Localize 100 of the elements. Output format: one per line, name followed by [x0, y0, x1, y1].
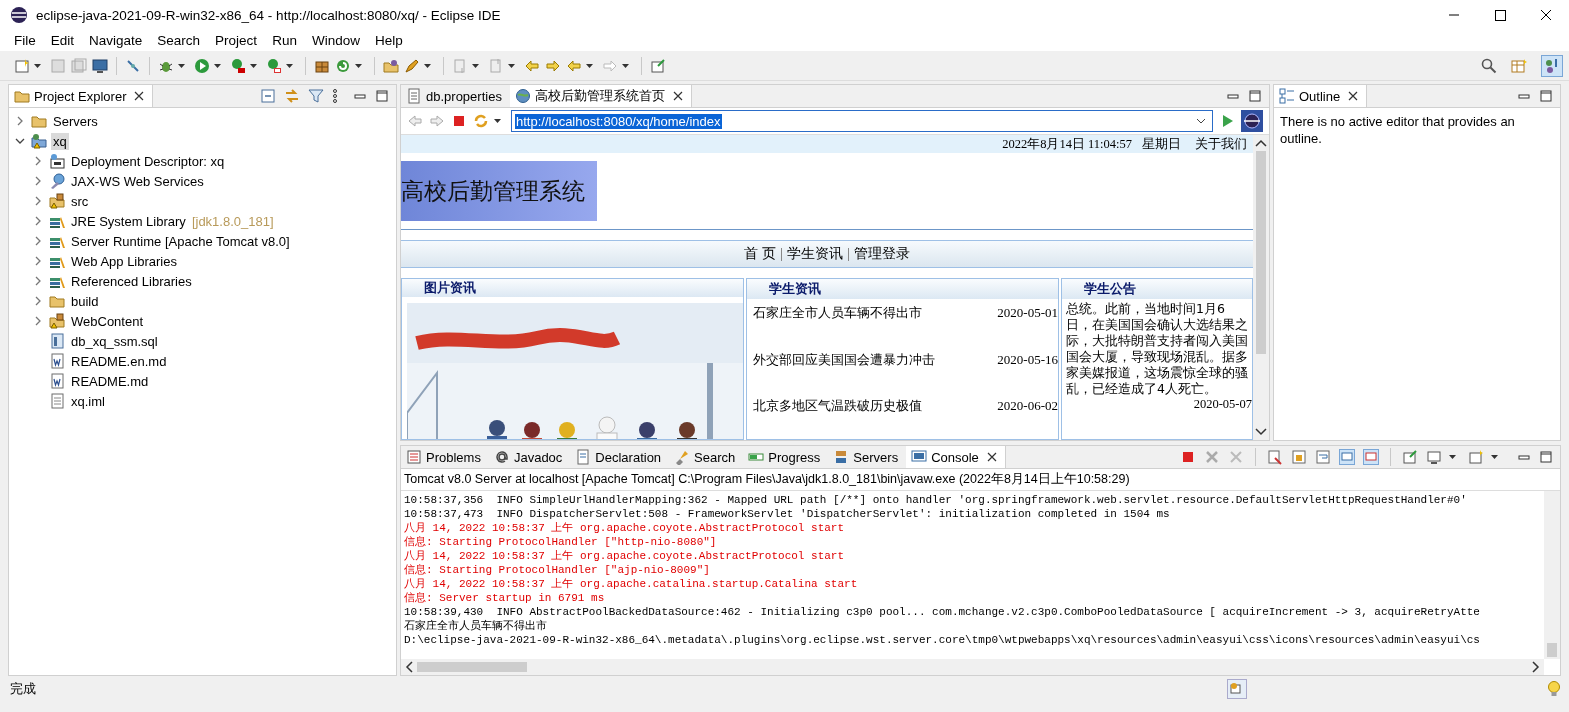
- view-tab[interactable]: db.properties: [401, 85, 510, 107]
- open-folder-icon[interactable]: [383, 57, 399, 74]
- menu-item[interactable]: Navigate: [82, 33, 151, 48]
- nav-link[interactable]: 管理登录: [854, 245, 911, 263]
- dropdown-caret-icon[interactable]: [1449, 455, 1456, 459]
- java-ee-perspective-icon[interactable]: [1541, 54, 1563, 77]
- scrollbar-thumb[interactable]: [1547, 643, 1557, 657]
- scroll-left-icon[interactable]: [405, 661, 413, 673]
- vertical-scrollbar[interactable]: [1253, 135, 1269, 440]
- menu-item[interactable]: Run: [265, 33, 305, 48]
- tree-item[interactable]: Web App Libraries: [69, 252, 179, 270]
- search-icon[interactable]: [1481, 57, 1497, 74]
- task-icon[interactable]: [650, 57, 666, 74]
- dropdown-caret-icon[interactable]: [494, 119, 501, 123]
- run-server-icon[interactable]: [230, 57, 246, 74]
- dropdown-caret-icon[interactable]: [355, 63, 362, 68]
- dropdown-caret-icon[interactable]: [250, 63, 257, 68]
- pin-console-icon[interactable]: [1402, 449, 1418, 465]
- view-tab[interactable]: 高校后勤管理系统首页: [509, 85, 692, 107]
- menu-item[interactable]: Edit: [43, 33, 83, 48]
- pin-icon[interactable]: [125, 57, 141, 74]
- monitor-icon[interactable]: [92, 57, 108, 74]
- nav-link[interactable]: 首 页: [743, 245, 777, 263]
- show-on-output-icon[interactable]: [1339, 449, 1355, 465]
- eclipse-orb-icon[interactable]: [1241, 110, 1263, 132]
- new-console-icon[interactable]: [1468, 449, 1484, 465]
- tree-item[interactable]: src: [69, 192, 91, 210]
- pen-icon[interactable]: [404, 57, 420, 74]
- display-console-icon[interactable]: [1426, 449, 1442, 465]
- view-menu-icon[interactable]: [332, 88, 338, 104]
- scroll-lock-icon[interactable]: [1291, 449, 1307, 465]
- lightbulb-icon[interactable]: [1547, 680, 1561, 698]
- view-tab[interactable]: Outline: [1274, 85, 1368, 107]
- clear-console-icon[interactable]: [1267, 449, 1283, 465]
- tree-item[interactable]: db_xq_ssm.sql: [69, 332, 160, 350]
- dropdown-caret-icon[interactable]: [1196, 118, 1206, 124]
- tree-item[interactable]: README.en.md: [69, 352, 169, 370]
- dropdown-caret-icon[interactable]: [622, 63, 629, 68]
- scroll-up-icon[interactable]: [1255, 139, 1267, 147]
- about-link[interactable]: 关于我们: [1195, 135, 1247, 153]
- news-link[interactable]: 石家庄全市人员车辆不得出市: [753, 304, 922, 322]
- scrollbar-thumb[interactable]: [1256, 151, 1266, 354]
- refresh-icon[interactable]: [335, 57, 351, 74]
- open-perspective-icon[interactable]: [1511, 57, 1527, 74]
- menu-item[interactable]: Window: [304, 33, 368, 48]
- run-icon[interactable]: [194, 57, 210, 74]
- dropdown-caret-icon[interactable]: [286, 63, 293, 68]
- collapse-all-icon[interactable]: [260, 88, 276, 104]
- view-tab[interactable]: Console: [906, 446, 1006, 468]
- view-tab[interactable]: Problems: [401, 446, 489, 468]
- horizontal-scrollbar[interactable]: [401, 659, 1544, 675]
- dropdown-caret-icon[interactable]: [472, 63, 479, 68]
- dropdown-caret-icon[interactable]: [424, 63, 431, 68]
- tree-item[interactable]: build: [69, 292, 101, 310]
- news-link[interactable]: 北京多地区气温跌破历史极值: [753, 398, 922, 416]
- tree-item[interactable]: JRE System Library: [69, 212, 188, 230]
- tree-item[interactable]: WebContent: [69, 312, 146, 330]
- word-wrap-icon[interactable]: [1315, 449, 1331, 465]
- close-icon[interactable]: [672, 91, 683, 101]
- refresh-icon[interactable]: [473, 113, 489, 129]
- tree-item[interactable]: JAX-WS Web Services: [69, 172, 206, 190]
- close-icon[interactable]: [986, 452, 997, 462]
- tree-item[interactable]: Deployment Descriptor: xq: [69, 152, 227, 170]
- close-icon[interactable]: [1348, 91, 1359, 101]
- view-tab[interactable]: Progress: [743, 446, 829, 468]
- dropdown-caret-icon[interactable]: [586, 63, 593, 68]
- menu-item[interactable]: File: [7, 33, 44, 48]
- scrollbar-thumb[interactable]: [417, 662, 527, 672]
- terminate-icon[interactable]: [1180, 449, 1196, 465]
- stop-icon[interactable]: [451, 113, 467, 129]
- close-icon[interactable]: [134, 91, 145, 101]
- link-editor-icon[interactable]: [284, 88, 300, 104]
- dropdown-caret-icon[interactable]: [34, 63, 41, 68]
- menu-item[interactable]: Project: [208, 33, 266, 48]
- menu-item[interactable]: Search: [150, 33, 209, 48]
- view-tab[interactable]: Servers: [828, 446, 907, 468]
- vertical-scrollbar[interactable]: [1544, 491, 1560, 659]
- scroll-right-icon[interactable]: [1532, 661, 1540, 673]
- scroll-down-icon[interactable]: [1255, 428, 1267, 436]
- tree-item[interactable]: README.md: [69, 372, 151, 390]
- tree-item[interactable]: Server Runtime [Apache Tomcat v8.0]: [69, 232, 292, 250]
- tree-item[interactable]: Referenced Libraries: [69, 272, 194, 290]
- background-tasks-icon[interactable]: [1227, 679, 1247, 699]
- menu-item[interactable]: Help: [367, 33, 411, 48]
- tree-item[interactable]: xq.iml: [69, 392, 107, 410]
- view-tab[interactable]: Search: [669, 446, 744, 468]
- dropdown-caret-icon[interactable]: [508, 63, 515, 68]
- nav-link[interactable]: 学生资讯: [787, 245, 844, 263]
- view-tab[interactable]: Project Explorer: [9, 85, 154, 107]
- view-tab[interactable]: Javadoc: [488, 446, 571, 468]
- dropdown-caret-icon[interactable]: [178, 63, 185, 68]
- stop-server-icon[interactable]: [266, 57, 282, 74]
- news-link[interactable]: 外交部回应美国国会遭暴力冲击: [753, 351, 935, 369]
- dropdown-caret-icon[interactable]: [1491, 455, 1498, 459]
- show-on-error-icon[interactable]: [1363, 449, 1379, 465]
- url-field[interactable]: http://localhost:8080/xq/home/index: [511, 110, 1213, 132]
- tree-item[interactable]: Servers: [51, 112, 100, 130]
- tree-item[interactable]: xq: [51, 132, 69, 150]
- dropdown-caret-icon[interactable]: [214, 63, 221, 68]
- view-tab[interactable]: Declaration: [570, 446, 670, 468]
